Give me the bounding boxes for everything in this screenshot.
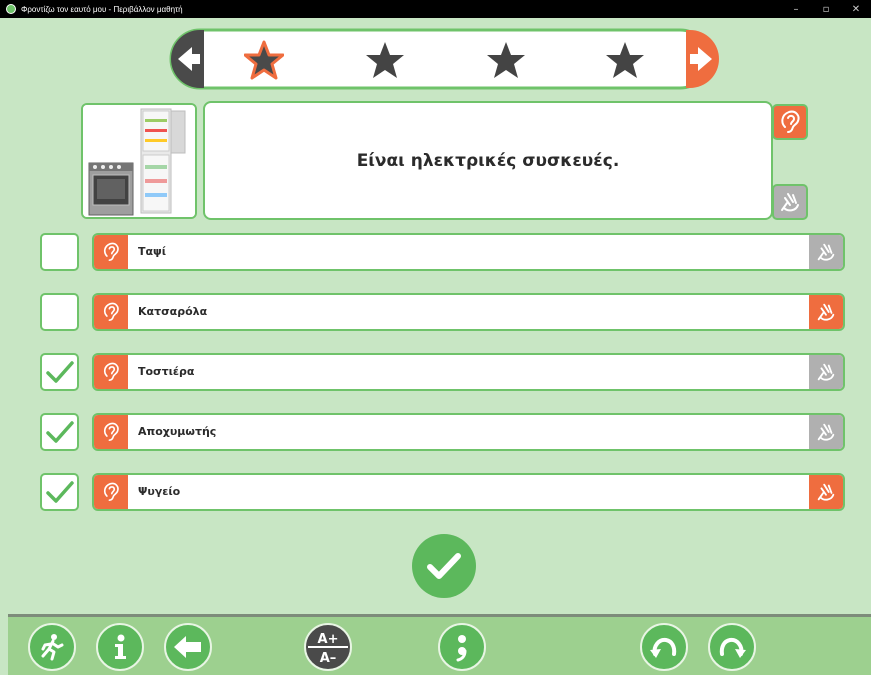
answer-checkbox-1[interactable] bbox=[40, 233, 79, 271]
semicolon-icon bbox=[456, 635, 467, 662]
answer-sign-language-button-2[interactable] bbox=[809, 295, 843, 329]
close-button[interactable]: ✕ bbox=[841, 4, 871, 15]
previous-question-button[interactable] bbox=[170, 28, 204, 90]
ear-icon bbox=[103, 422, 119, 441]
redo-icon bbox=[719, 637, 746, 658]
undo-button[interactable] bbox=[640, 623, 688, 671]
star-icon-1 bbox=[244, 40, 284, 80]
kitchen-appliances-icon bbox=[83, 105, 195, 217]
answer-sign-language-button-5[interactable] bbox=[809, 475, 843, 509]
next-question-button[interactable] bbox=[686, 28, 720, 90]
window-titlebar: Φροντίζω τον εαυτό μου - Περιβάλλον μαθη… bbox=[0, 0, 871, 18]
redo-button[interactable] bbox=[708, 623, 756, 671]
answer-sign-language-button-4[interactable] bbox=[809, 415, 843, 449]
answer-row-5: Ψυγείο bbox=[40, 473, 845, 511]
info-icon bbox=[115, 634, 126, 659]
answer-row-4: Αποχυμωτής bbox=[40, 413, 845, 451]
sign-language-icon bbox=[817, 483, 835, 501]
answer-sign-language-button-3[interactable] bbox=[809, 355, 843, 389]
back-icon bbox=[174, 636, 201, 658]
app-icon bbox=[6, 4, 16, 14]
window-title: Φροντίζω τον εαυτό μου - Περιβάλλον μαθη… bbox=[21, 4, 183, 14]
answer-audio-button-4[interactable] bbox=[94, 415, 128, 449]
checkmark-icon bbox=[427, 553, 461, 579]
answer-label-3: Τοστιέρα bbox=[138, 365, 195, 378]
ear-icon bbox=[103, 482, 119, 501]
answer-audio-button-3[interactable] bbox=[94, 355, 128, 389]
answer-audio-button-5[interactable] bbox=[94, 475, 128, 509]
exit-icon bbox=[41, 634, 64, 661]
star-icon-4 bbox=[605, 40, 645, 80]
answer-audio-button-1[interactable] bbox=[94, 235, 128, 269]
ear-icon bbox=[103, 242, 119, 261]
font-size-increase-label: A+ bbox=[318, 632, 339, 647]
back-button[interactable] bbox=[164, 623, 212, 671]
checkmark-icon bbox=[45, 421, 74, 443]
font-size-button[interactable]: A+ A– bbox=[304, 623, 352, 671]
sign-language-icon bbox=[817, 303, 835, 321]
answer-audio-button-2[interactable] bbox=[94, 295, 128, 329]
answer-field-1: Ταψί bbox=[92, 233, 845, 271]
answer-sign-language-button-1[interactable] bbox=[809, 235, 843, 269]
answer-label-1: Ταψί bbox=[138, 245, 167, 258]
ear-icon bbox=[103, 362, 119, 381]
answer-label-2: Κατσαρόλα bbox=[138, 305, 208, 318]
star-icon-2 bbox=[365, 40, 405, 80]
answer-label-5: Ψυγείο bbox=[138, 485, 181, 498]
answer-checkbox-4[interactable] bbox=[40, 413, 79, 451]
answer-field-3: Τοστιέρα bbox=[92, 353, 845, 391]
punctuation-button[interactable] bbox=[438, 623, 486, 671]
question-sign-language-button[interactable] bbox=[772, 184, 808, 220]
answer-checkbox-5[interactable] bbox=[40, 473, 79, 511]
answer-checkbox-3[interactable] bbox=[40, 353, 79, 391]
ear-icon bbox=[103, 302, 119, 321]
minimize-button[interactable]: – bbox=[781, 4, 811, 15]
question-image bbox=[81, 103, 197, 219]
font-size-decrease-label: A– bbox=[320, 651, 337, 666]
font-size-icon: A+ A– bbox=[308, 632, 348, 666]
submit-answer-button[interactable] bbox=[412, 534, 476, 598]
checkmark-icon bbox=[45, 481, 74, 503]
maximize-button[interactable]: ▫ bbox=[811, 4, 841, 15]
answer-field-5: Ψυγείο bbox=[92, 473, 845, 511]
ear-icon bbox=[781, 110, 800, 133]
answer-row-3: Τοστιέρα bbox=[40, 353, 845, 391]
answer-label-4: Αποχυμωτής bbox=[138, 425, 217, 438]
star-icon-3 bbox=[486, 40, 526, 80]
checkmark-icon bbox=[45, 361, 74, 383]
answer-row-2: Κατσαρόλα bbox=[40, 293, 845, 331]
sign-language-icon bbox=[817, 243, 835, 261]
question-text: Είναι ηλεκτρικές συσκευές. bbox=[203, 101, 773, 220]
answer-field-2: Κατσαρόλα bbox=[92, 293, 845, 331]
question-audio-button[interactable] bbox=[772, 104, 808, 140]
sign-language-icon bbox=[781, 193, 799, 212]
info-button[interactable] bbox=[96, 623, 144, 671]
answer-row-1: Ταψί bbox=[40, 233, 845, 271]
answer-field-4: Αποχυμωτής bbox=[92, 413, 845, 451]
answer-checkbox-2[interactable] bbox=[40, 293, 79, 331]
exit-button[interactable] bbox=[28, 623, 76, 671]
undo-icon bbox=[650, 637, 677, 658]
sign-language-icon bbox=[817, 423, 835, 441]
sign-language-icon bbox=[817, 363, 835, 381]
